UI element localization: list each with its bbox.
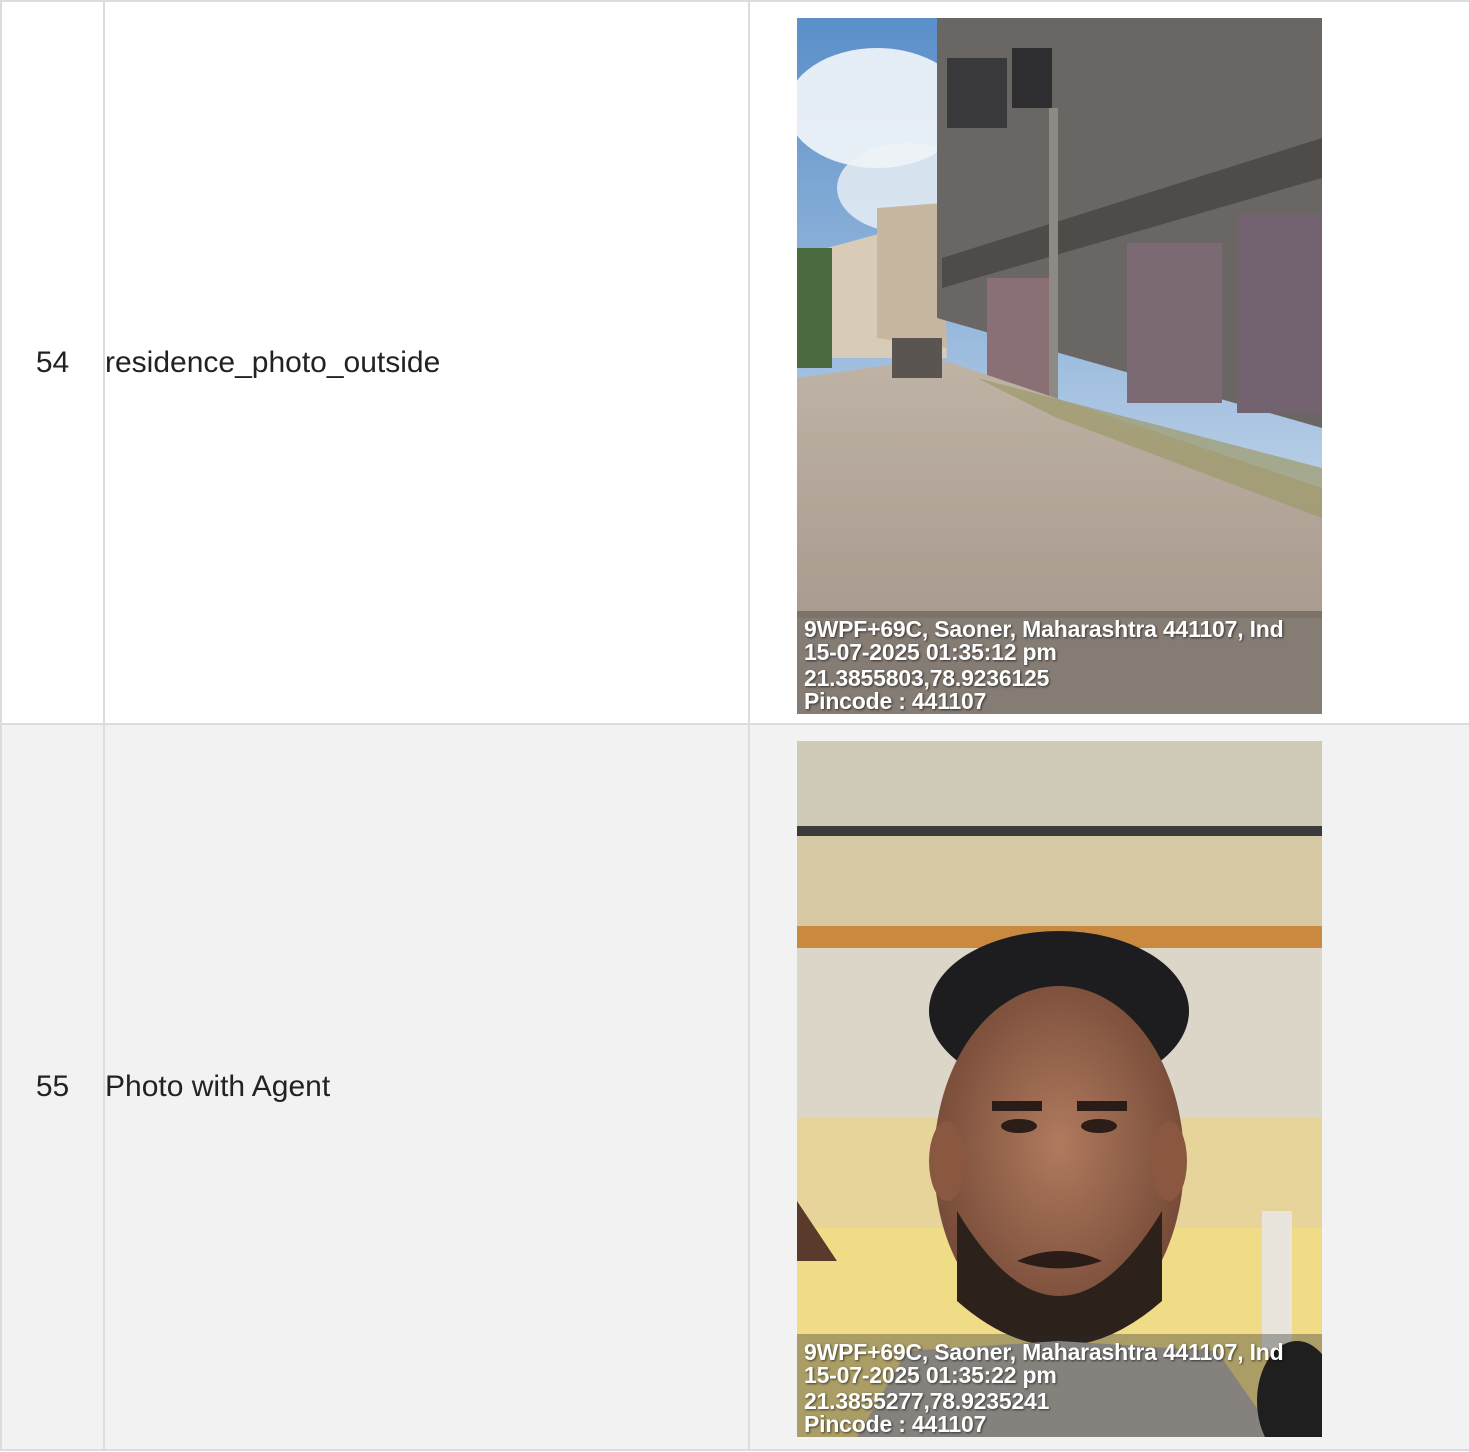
row-label: residence_photo_outside: [103, 0, 750, 725]
photo-cell: 9WPF+69C, Saoner, Maharashtra 441107, In…: [748, 723, 1469, 1451]
stamp-pincode: Pincode : 441107: [804, 1411, 987, 1437]
stamp-datetime: 15-07-2025 01:35:22 pm: [804, 1362, 1057, 1388]
table-row: 54 residence_photo_outside 9WPF+69C, Sao…: [0, 0, 1469, 725]
row-number: 55: [0, 723, 105, 1451]
table-row: 55 Photo with Agent 9WPF+69C, Saoner, Ma…: [0, 723, 1469, 1451]
row-number: 54: [0, 0, 105, 725]
residence-photo[interactable]: 9WPF+69C, Saoner, Maharashtra 441107, In…: [797, 18, 1322, 714]
stamp-coordinates: 21.3855277,78.9235241: [804, 1388, 1050, 1414]
stamp-pincode: Pincode : 441107: [804, 688, 987, 714]
stamp-address: 9WPF+69C, Saoner, Maharashtra 441107, In…: [804, 1339, 1284, 1365]
street-photo-illustration: [797, 18, 1322, 714]
selfie-photo-illustration: [797, 741, 1322, 1437]
photo-cell: 9WPF+69C, Saoner, Maharashtra 441107, In…: [748, 0, 1469, 725]
stamp-datetime: 15-07-2025 01:35:12 pm: [804, 639, 1057, 665]
row-label: Photo with Agent: [103, 723, 750, 1451]
agent-photo[interactable]: 9WPF+69C, Saoner, Maharashtra 441107, In…: [797, 741, 1322, 1437]
stamp-address: 9WPF+69C, Saoner, Maharashtra 441107, In…: [804, 616, 1284, 642]
geo-timestamp-overlay: 9WPF+69C, Saoner, Maharashtra 441107, In…: [797, 611, 1322, 714]
geo-timestamp-overlay: 9WPF+69C, Saoner, Maharashtra 441107, In…: [797, 1334, 1322, 1437]
stamp-coordinates: 21.3855803,78.9236125: [804, 665, 1050, 691]
photo-table: 54 residence_photo_outside 9WPF+69C, Sao…: [0, 0, 1469, 1451]
